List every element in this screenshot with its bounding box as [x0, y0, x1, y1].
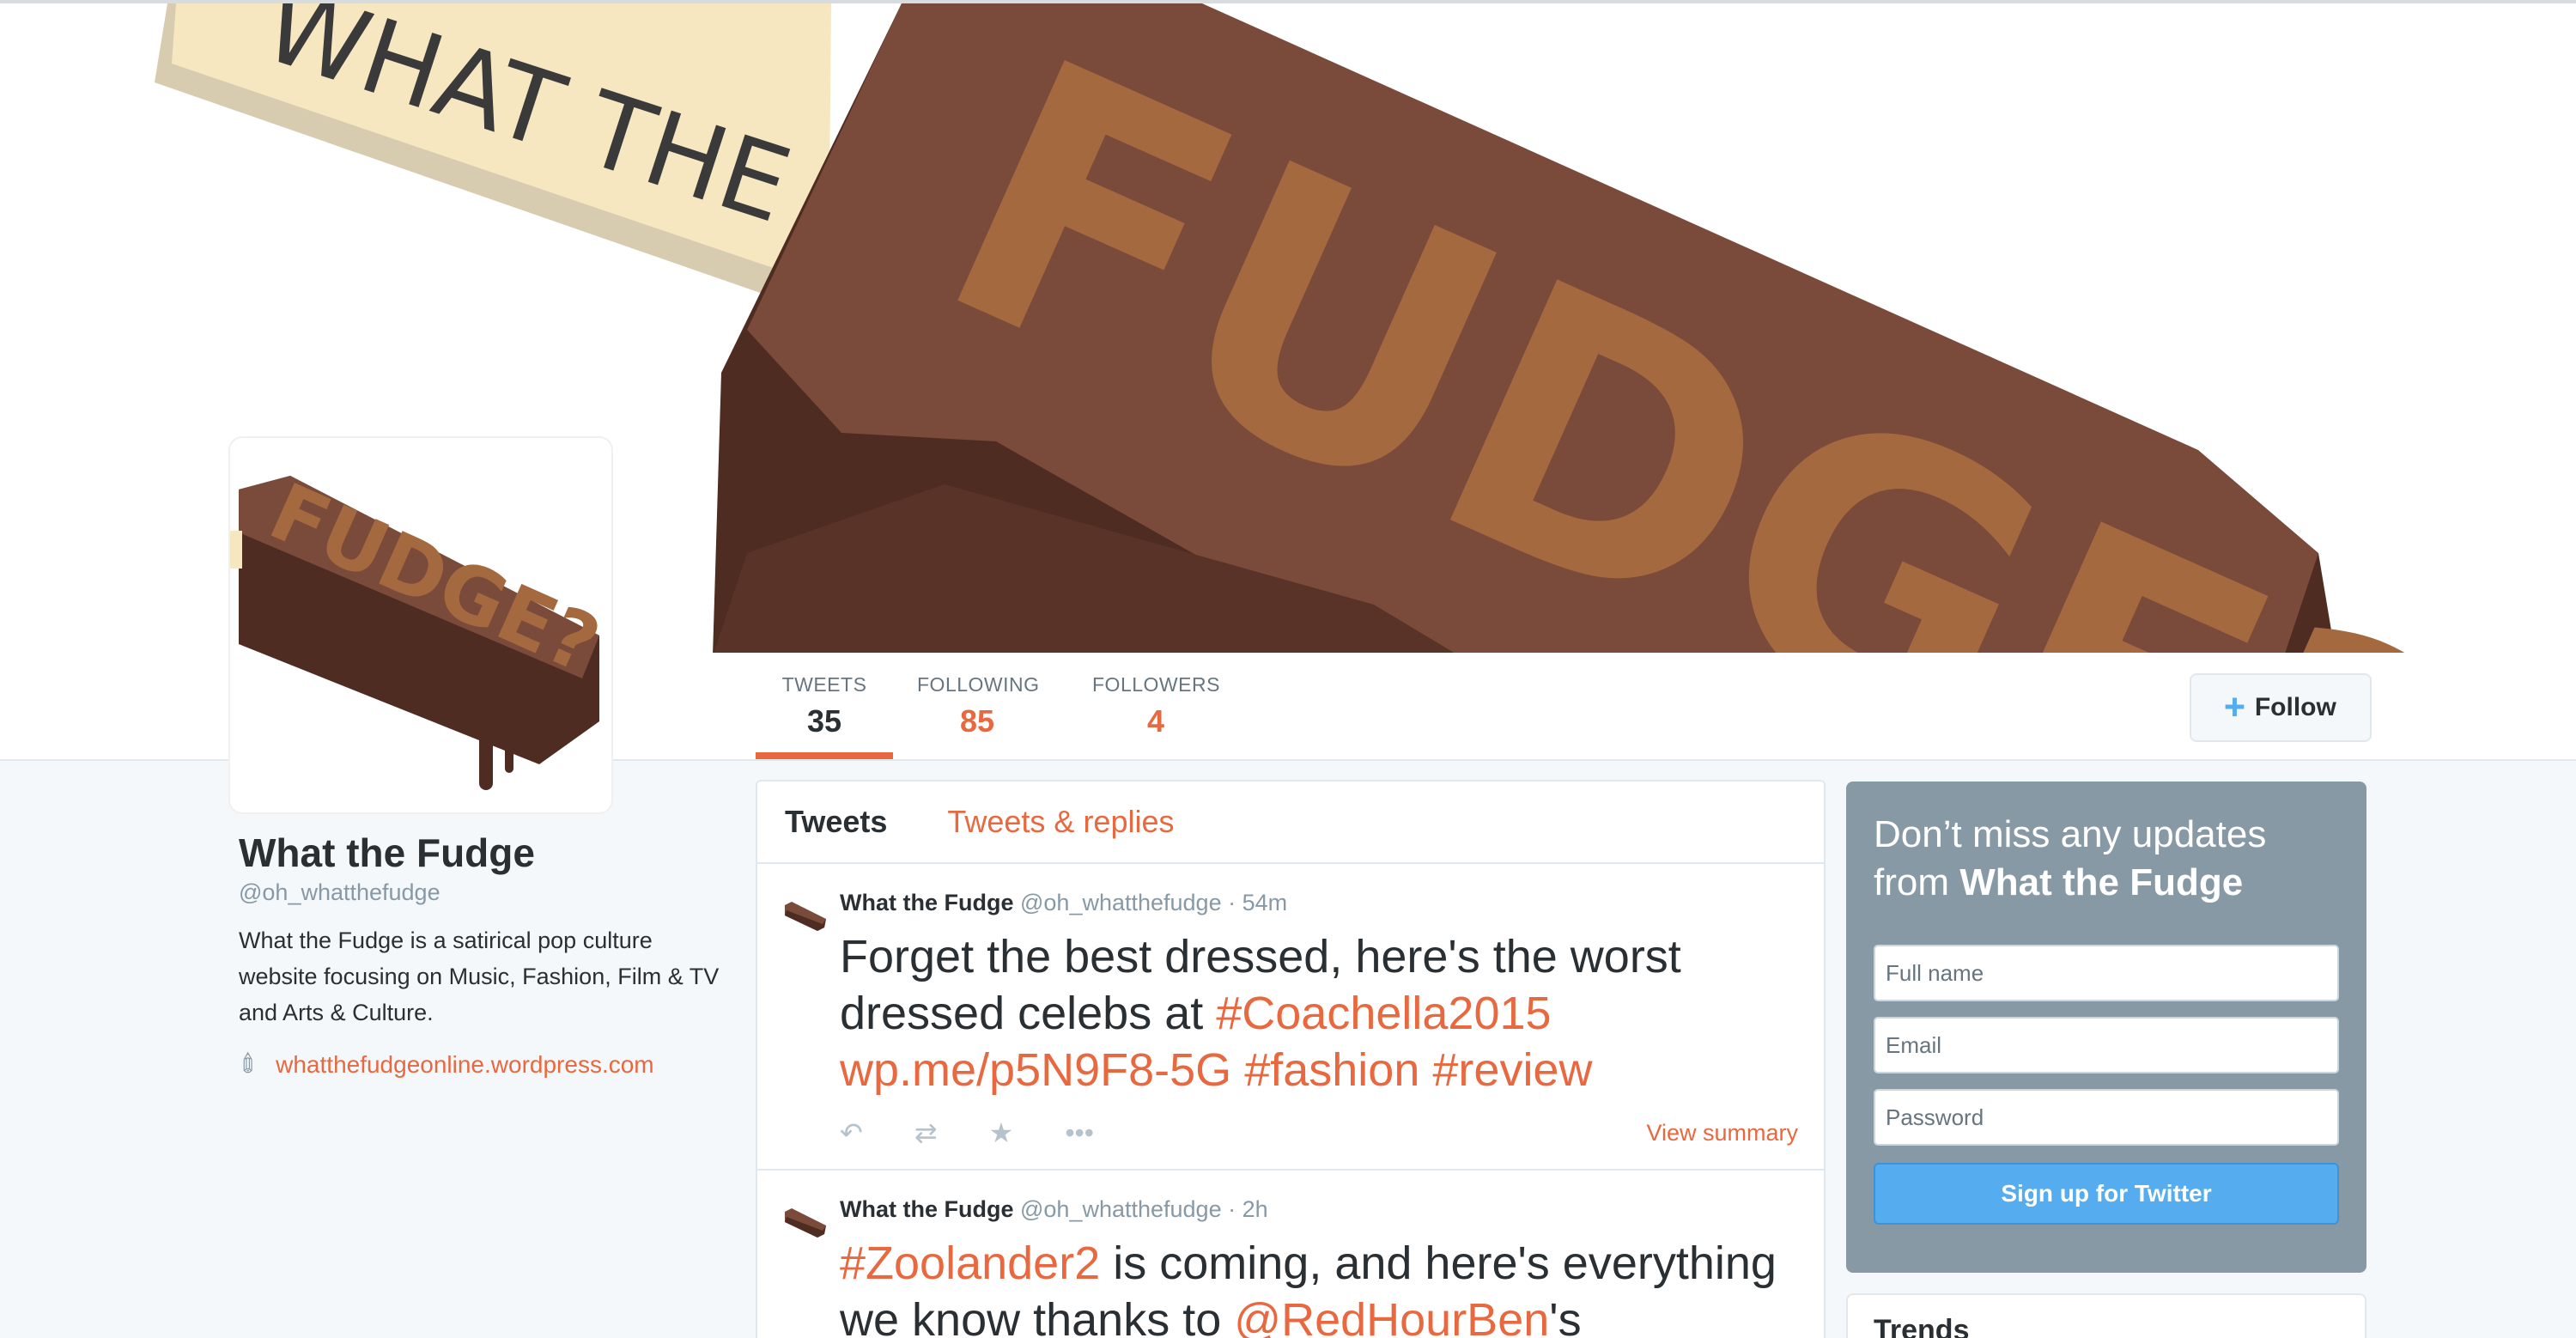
- nav-following-count: 85: [959, 703, 995, 739]
- tweet-header: What the Fudge @oh_whatthefudge · 54m: [840, 890, 1798, 916]
- favorite-icon[interactable]: ★: [989, 1116, 1014, 1149]
- tweet-actions: ↶ ⇄ ★ ••• View summary: [840, 1114, 1798, 1152]
- more-icon[interactable]: •••: [1065, 1117, 1094, 1149]
- add-user-icon: ➕︎: [2225, 693, 2245, 721]
- tweet-text: Forget the best dressed, here's the wors…: [840, 928, 1798, 1098]
- tweet-avatar[interactable]: [783, 1205, 828, 1239]
- timeline: Tweets Tweets & replies What the Fudge @…: [756, 780, 1826, 1338]
- tweet-item[interactable]: What the Fudge @oh_whatthefudge · 54m Fo…: [757, 864, 1824, 1171]
- timeline-tabs: Tweets Tweets & replies: [757, 782, 1824, 864]
- tab-tweets-replies[interactable]: Tweets & replies: [947, 804, 1174, 840]
- retweet-icon[interactable]: ⇄: [914, 1116, 938, 1149]
- hashtag-link[interactable]: #fashion: [1244, 1044, 1419, 1096]
- hashtag-link[interactable]: #Coachella2015: [1216, 988, 1551, 1039]
- tweet-text: #Zoolander2 is coming, and here's everyt…: [840, 1235, 1798, 1338]
- tweet-text-segment: [1419, 1044, 1432, 1096]
- mention-link[interactable]: @RedHourBen: [1234, 1294, 1549, 1338]
- nav-tweets[interactable]: TWEETS 35: [756, 673, 893, 759]
- tweet-avatar[interactable]: [783, 898, 828, 933]
- signup-card: Don’t miss any updates from What the Fud…: [1846, 782, 2366, 1273]
- reply-icon[interactable]: ↶: [840, 1116, 863, 1149]
- nav-following-label: FOLLOWING: [917, 673, 1040, 696]
- trends-card: Trends: [1846, 1293, 2366, 1338]
- profile-website-link[interactable]: whatthefudgeonline.wordpress.com: [276, 1051, 653, 1079]
- tweet-header: What the Fudge @oh_whatthefudge · 2h: [840, 1196, 1798, 1223]
- follow-button-label: Follow: [2254, 693, 2336, 721]
- trends-title: Trends: [1874, 1314, 1970, 1338]
- follow-button[interactable]: ➕︎ Follow: [2190, 673, 2372, 742]
- nav-tweets-count: 35: [806, 703, 842, 739]
- tweet-author-handle[interactable]: @oh_whatthefudge: [1020, 1196, 1222, 1222]
- tab-tweets[interactable]: Tweets: [785, 804, 887, 840]
- hashtag-link[interactable]: #review: [1432, 1044, 1592, 1096]
- profile-bio: What the Fudge is a satirical pop cultur…: [239, 927, 720, 1025]
- nav-tweets-label: TWEETS: [781, 673, 867, 696]
- tweet-author-handle[interactable]: @oh_whatthefudge: [1020, 890, 1222, 915]
- profile-name[interactable]: What the Fudge: [239, 830, 535, 876]
- nav-followers[interactable]: FOLLOWERS 4: [1092, 673, 1219, 759]
- tweet-author-name[interactable]: What the Fudge: [840, 1196, 1013, 1222]
- tweet-timestamp[interactable]: · 2h: [1228, 1196, 1268, 1222]
- tweet-item[interactable]: What the Fudge @oh_whatthefudge · 2h #Zo…: [757, 1171, 1824, 1338]
- view-summary-link[interactable]: View summary: [1646, 1120, 1798, 1146]
- profile-handle[interactable]: @oh_whatthefudge: [239, 879, 440, 906]
- profile-website: ✐ whatthefudgeonline.wordpress.com: [232, 1047, 654, 1082]
- link-icon: ✐: [232, 1046, 268, 1083]
- nav-followers-label: FOLLOWERS: [1092, 673, 1220, 696]
- nav-following[interactable]: FOLLOWING 85: [917, 673, 1040, 759]
- profile-avatar[interactable]: FUDGE?: [230, 438, 611, 812]
- signup-button[interactable]: Sign up for Twitter: [1874, 1163, 2339, 1225]
- tweet-author-name[interactable]: What the Fudge: [840, 890, 1013, 915]
- avatar-image: FUDGE?: [230, 465, 611, 790]
- password-field[interactable]: [1874, 1089, 2339, 1146]
- url-link[interactable]: wp.me/p5N9F8-5G: [840, 1044, 1231, 1096]
- fullname-field[interactable]: [1874, 945, 2339, 1001]
- signup-title: Don’t miss any updates from What the Fud…: [1874, 811, 2339, 907]
- nav-followers-count: 4: [1146, 703, 1165, 739]
- tweet-text-segment: 's: [1549, 1294, 1582, 1338]
- tweet-text-segment: [1231, 1044, 1244, 1096]
- email-field[interactable]: [1874, 1017, 2339, 1073]
- signup-title-name: What the Fudge: [1959, 861, 2244, 903]
- hashtag-link[interactable]: #Zoolander2: [840, 1238, 1100, 1289]
- tweet-timestamp[interactable]: · 54m: [1228, 890, 1287, 915]
